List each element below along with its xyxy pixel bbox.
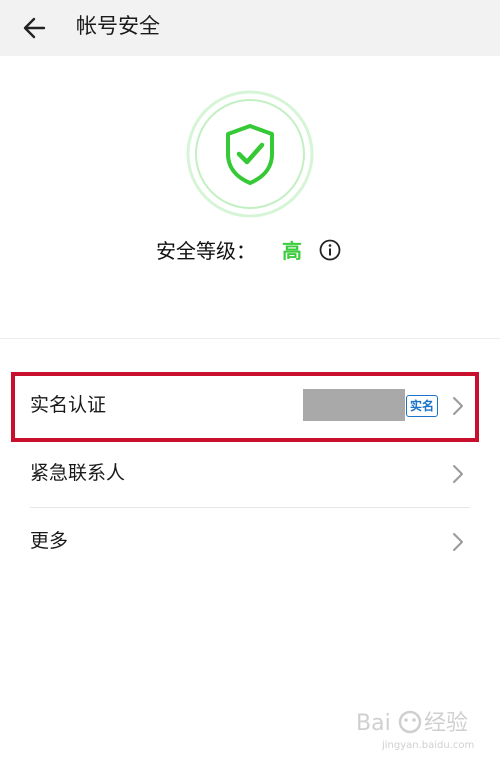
arrow-left-icon xyxy=(23,17,46,39)
back-button[interactable] xyxy=(18,10,54,46)
security-level-label: 安全等级： xyxy=(156,239,256,263)
svg-text:jingyan.baidu.com: jingyan.baidu.com xyxy=(381,740,474,751)
page-title: 帐号安全 xyxy=(76,14,160,38)
list-divider xyxy=(30,507,470,508)
security-level-value: 高 xyxy=(282,239,302,263)
redacted-name xyxy=(303,389,405,421)
list-item-label: 实名认证 xyxy=(30,394,107,416)
svg-text:Bai: Bai xyxy=(356,711,391,736)
list-item-emergency-contact[interactable]: 紧急联系人 xyxy=(0,441,500,507)
baidu-jingyan-watermark: Bai 经验 jingyan.baidu.com xyxy=(352,700,492,756)
chevron-right-icon xyxy=(453,533,463,551)
section-divider xyxy=(0,338,500,339)
info-button[interactable] xyxy=(318,238,342,262)
list-item-more[interactable]: 更多 xyxy=(0,509,500,575)
security-shield-graphic xyxy=(186,90,314,218)
security-level-row: 安全等级： 高 xyxy=(0,234,500,268)
chevron-right-icon xyxy=(453,465,463,483)
list-item-label: 更多 xyxy=(30,530,69,552)
list-item-label: 紧急联系人 xyxy=(30,462,126,484)
list-divider xyxy=(30,439,470,440)
top-app-bar: 帐号安全 xyxy=(0,0,500,56)
svg-text:经验: 经验 xyxy=(424,711,468,736)
real-name-badge: 实名 xyxy=(406,395,439,417)
chevron-right-icon xyxy=(453,397,463,415)
info-icon xyxy=(319,239,341,261)
list-item-real-name-verification[interactable]: 实名认证 实名 xyxy=(0,373,500,439)
shield-check-icon xyxy=(186,90,314,218)
